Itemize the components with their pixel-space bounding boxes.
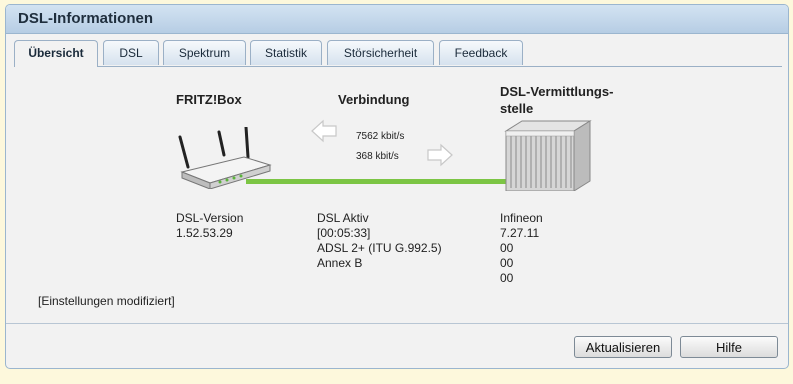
dsl-mode: ADSL 2+ (ITU G.992.5) — [317, 241, 442, 255]
exchange-heading: DSL-Vermittlungs- stelle — [500, 84, 614, 116]
dslam-icon — [504, 120, 592, 191]
refresh-button[interactable]: Aktualisieren — [574, 336, 672, 358]
exchange-value-3: 00 — [500, 271, 514, 285]
tab-statistik[interactable]: Statistik — [250, 40, 322, 65]
fritzbox-heading: FRITZ!Box — [176, 92, 242, 107]
tab-stoersicherheit[interactable]: Störsicherheit — [327, 40, 434, 65]
footer-divider — [6, 323, 788, 324]
exchange-value-2: 00 — [500, 256, 514, 270]
overview-content: FRITZ!Box Verbindung DSL-Vermittlungs- s… — [14, 66, 782, 323]
connection-duration: [00:05:33] — [317, 226, 371, 240]
connection-line — [246, 179, 508, 184]
dsl-version-value: 1.52.53.29 — [176, 226, 233, 240]
help-button[interactable]: Hilfe — [680, 336, 778, 358]
tab-spektrum[interactable]: Spektrum — [163, 40, 246, 65]
dsl-status: DSL Aktiv — [317, 211, 369, 225]
arrow-left-icon — [311, 119, 337, 143]
tab-feedback[interactable]: Feedback — [439, 40, 523, 65]
connection-heading: Verbindung — [338, 92, 410, 107]
arrow-right-icon — [427, 143, 453, 167]
upstream-rate: 368 kbit/s — [356, 151, 399, 162]
dsl-annex: Annex B — [317, 256, 363, 270]
tab-uebersicht[interactable]: Übersicht — [14, 40, 98, 67]
downstream-rate: 7562 kbit/s — [356, 131, 405, 142]
exchange-version: 7.27.11 — [500, 226, 540, 240]
panel-title: DSL-Informationen — [6, 5, 788, 34]
dsl-info-panel: DSL-Informationen Übersicht DSL Spektrum… — [5, 4, 789, 369]
tab-dsl[interactable]: DSL — [103, 40, 159, 65]
dsl-version-label: DSL-Version — [176, 211, 244, 225]
exchange-value-1: 00 — [500, 241, 514, 255]
exchange-vendor: Infineon — [500, 211, 543, 225]
settings-note: [Einstellungen modifiziert] — [38, 294, 175, 308]
